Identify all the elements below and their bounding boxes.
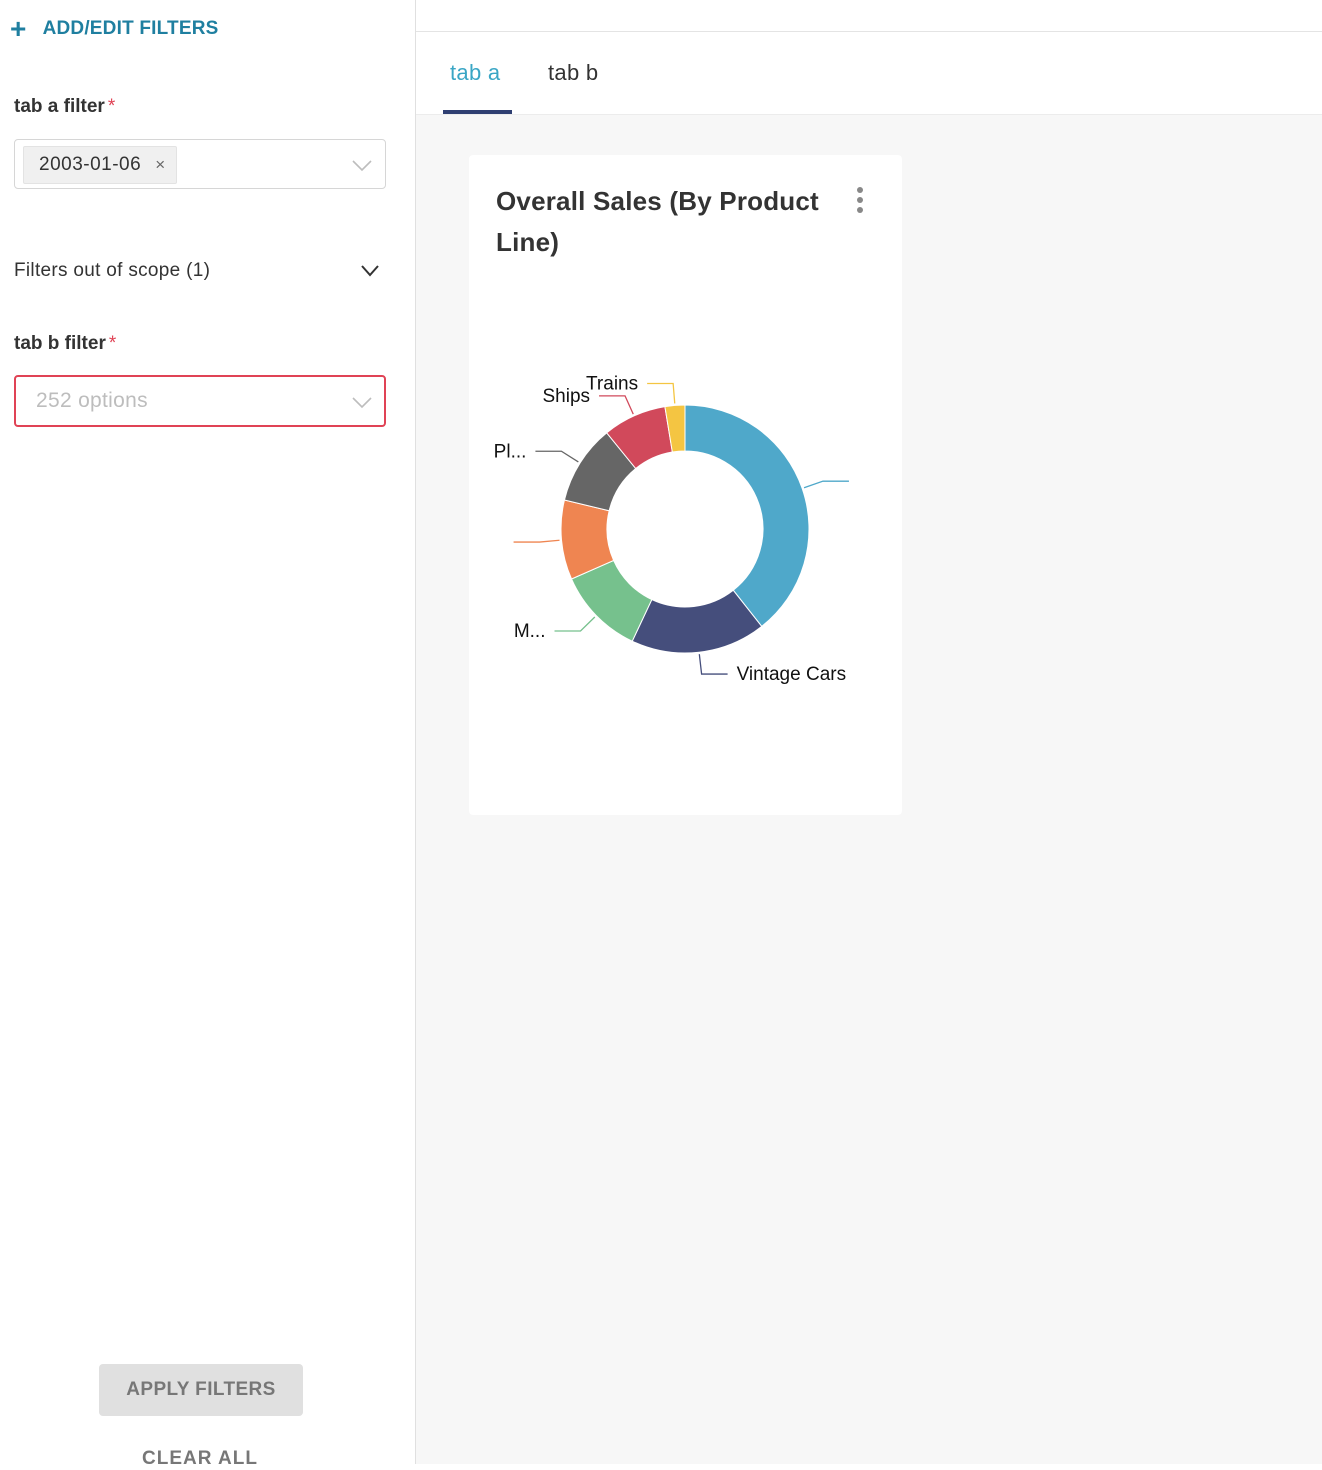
donut-chart: Vintage Cars M... Pl... ShipsTrains — [494, 373, 849, 685]
slice-label: Trains — [586, 373, 638, 394]
selected-value-text: 2003-01-06 — [39, 154, 142, 175]
dashboard-tabs: tab a tab b — [416, 32, 1322, 115]
filters-out-of-scope-label: Filters out of scope (1) — [14, 260, 211, 281]
selected-value-tag: 2003-01-06 × — [23, 146, 177, 184]
add-edit-filters-button[interactable]: + ADD/EDIT FILTERS — [10, 14, 219, 44]
clear-all-button[interactable]: CLEAR ALL — [0, 1448, 400, 1470]
dashboard-area: tab a tab b Overall Sales (By Product Li… — [416, 0, 1322, 1464]
tab-a[interactable]: tab a — [450, 60, 500, 86]
tab-b-filter-label: tab b filter * — [14, 333, 117, 354]
apply-filters-button[interactable]: APPLY FILTERS — [99, 1364, 303, 1416]
tab-b-filter-select[interactable]: 252 options — [14, 375, 386, 427]
tab-b[interactable]: tab b — [548, 60, 598, 86]
tab-a-filter-select[interactable]: 2003-01-06 × — [14, 139, 386, 189]
donut-slice[interactable] — [684, 404, 810, 628]
chevron-down-icon[interactable] — [351, 397, 373, 409]
tab-b-filter-placeholder: 252 options — [36, 389, 148, 412]
leader-line — [513, 539, 560, 543]
slice-label: Vintage Cars — [737, 664, 847, 685]
leader-line — [554, 616, 596, 632]
chart-card: Overall Sales (By Product Line) Vintage … — [469, 155, 902, 815]
leader-line — [647, 382, 676, 404]
chevron-down-icon[interactable] — [351, 160, 373, 172]
required-mark: * — [108, 333, 117, 354]
slice-label: M... — [514, 621, 546, 642]
dashboard-header — [416, 0, 1322, 32]
filters-out-of-scope-toggle[interactable]: Filters out of scope (1) — [14, 256, 386, 286]
leader-line — [698, 654, 728, 675]
filter-panel: + ADD/EDIT FILTERS tab a filter * 2003-01… — [0, 0, 416, 1469]
slice-label: Ships — [543, 386, 591, 407]
chevron-down-icon — [361, 265, 379, 277]
leader-line — [803, 480, 849, 489]
tab-a-filter-label: tab a filter * — [14, 96, 116, 117]
active-tab-indicator — [443, 110, 512, 114]
plus-icon: + — [10, 13, 27, 44]
add-edit-filters-label: ADD/EDIT FILTERS — [42, 18, 219, 39]
leader-line — [535, 450, 579, 463]
slice-label: Pl... — [494, 441, 527, 462]
required-mark: * — [107, 96, 116, 117]
leader-line — [599, 395, 634, 415]
remove-tag-icon[interactable]: × — [155, 155, 165, 175]
